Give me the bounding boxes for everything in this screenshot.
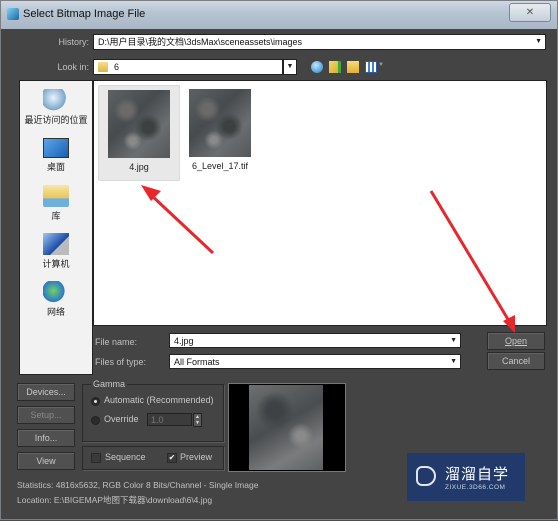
back-icon[interactable] bbox=[311, 61, 323, 73]
gamma-automatic-radio[interactable] bbox=[91, 397, 100, 406]
place-desktop-label: 桌面 bbox=[46, 162, 65, 172]
file-name-label: 4.jpg bbox=[129, 162, 149, 172]
place-recent[interactable]: 最近访问的位置 bbox=[20, 89, 92, 126]
place-computer[interactable]: 计算机 bbox=[20, 233, 92, 270]
gamma-override-radio[interactable] bbox=[91, 416, 100, 425]
place-desktop[interactable]: 桌面 bbox=[20, 138, 92, 173]
folder-icon bbox=[98, 62, 108, 72]
lookin-value: 6 bbox=[114, 62, 120, 72]
dialog-title: Select Bitmap Image File bbox=[23, 8, 146, 20]
places-bar: 最近访问的位置 桌面 库 计算机 网络 bbox=[19, 80, 93, 375]
gamma-spinner[interactable]: ▲ ▼ bbox=[193, 413, 202, 427]
place-libraries-label: 库 bbox=[51, 211, 61, 221]
history-dropdown[interactable]: D:\用户目录\我的文档\3dsMax\sceneassets\images ▼ bbox=[93, 34, 546, 50]
lookin-dropdown[interactable]: 6 bbox=[93, 59, 283, 75]
up-folder-icon[interactable] bbox=[329, 61, 341, 73]
open-button[interactable]: Open bbox=[487, 332, 545, 350]
preview-image bbox=[249, 385, 323, 470]
filetype-label: Files of type: bbox=[95, 357, 147, 367]
place-recent-label: 最近访问的位置 bbox=[24, 115, 88, 125]
place-network-label: 网络 bbox=[46, 307, 65, 317]
libraries-icon bbox=[43, 185, 69, 207]
filename-value: 4.jpg bbox=[174, 336, 194, 346]
history-label: History: bbox=[58, 37, 89, 47]
play-logo-icon bbox=[416, 466, 436, 486]
computer-icon bbox=[43, 233, 69, 255]
chevron-down-icon: ▼ bbox=[535, 38, 542, 45]
app-icon bbox=[7, 8, 19, 20]
info-button[interactable]: Info... bbox=[17, 429, 75, 447]
file-list[interactable]: 4.jpg 6_Level_17.tif bbox=[93, 80, 547, 326]
close-icon: ✕ bbox=[525, 7, 535, 18]
filename-label: File name: bbox=[95, 337, 138, 347]
filetype-dropdown[interactable]: All Formats ▼ bbox=[169, 354, 461, 369]
sequence-checkbox[interactable] bbox=[91, 453, 101, 463]
place-network[interactable]: 网络 bbox=[20, 281, 92, 318]
gamma-automatic-label: Automatic (Recommended) bbox=[104, 395, 214, 405]
view-menu-icon[interactable] bbox=[365, 61, 377, 73]
desktop-icon bbox=[43, 138, 69, 158]
file-thumbnail bbox=[189, 89, 251, 157]
lookin-chevron-button[interactable]: ▼ bbox=[283, 59, 297, 75]
close-button[interactable]: ✕ bbox=[509, 3, 551, 22]
image-preview bbox=[228, 383, 346, 472]
chevron-down-icon: ▼ bbox=[450, 337, 457, 344]
lookin-label: Look in: bbox=[57, 62, 89, 72]
options-group: Sequence ✔ Preview bbox=[82, 446, 224, 470]
chevron-down-icon: ▼ bbox=[286, 63, 294, 70]
watermark: 溜溜自学 ZIXUE.3D66.COM bbox=[407, 453, 525, 501]
gamma-group: Gamma Automatic (Recommended) Override 1… bbox=[82, 379, 224, 442]
watermark-title: 溜溜自学 bbox=[445, 466, 510, 483]
title-bar[interactable]: Select Bitmap Image File ✕ bbox=[1, 1, 557, 29]
file-item[interactable]: 4.jpg bbox=[98, 85, 180, 181]
setup-button[interactable]: Setup... bbox=[17, 406, 75, 424]
network-icon bbox=[43, 281, 69, 303]
dialog-window: Select Bitmap Image File ✕ History: D:\用… bbox=[0, 0, 558, 520]
history-value: D:\用户目录\我的文档\3dsMax\sceneassets\images bbox=[98, 37, 303, 47]
preview-checkbox[interactable]: ✔ bbox=[167, 453, 177, 463]
statistics-text: Statistics: 4816x5632, RGB Color 8 Bits/… bbox=[17, 480, 259, 490]
view-button[interactable]: View bbox=[17, 452, 75, 470]
view-menu-chevron-icon[interactable]: ▼ bbox=[378, 62, 384, 68]
file-thumbnail bbox=[108, 90, 170, 158]
devices-button[interactable]: Devices... bbox=[17, 383, 75, 401]
preview-label: Preview bbox=[180, 452, 213, 462]
file-item[interactable]: 6_Level_17.tif bbox=[180, 85, 260, 179]
gamma-override-input[interactable]: 1.0 bbox=[147, 413, 192, 426]
new-folder-icon[interactable] bbox=[347, 61, 359, 73]
chevron-down-icon: ▼ bbox=[450, 358, 457, 365]
gamma-title: Gamma bbox=[91, 379, 128, 389]
location-text: Location: E:\BIGEMAP地图下载器\download\6\4.j… bbox=[17, 495, 213, 505]
filename-input[interactable]: 4.jpg ▼ bbox=[169, 333, 461, 348]
watermark-subtitle: ZIXUE.3D66.COM bbox=[445, 484, 506, 491]
file-name-label: 6_Level_17.tif bbox=[191, 161, 249, 171]
sequence-label: Sequence bbox=[105, 452, 146, 462]
filetype-value: All Formats bbox=[174, 357, 220, 367]
place-libraries[interactable]: 库 bbox=[20, 185, 92, 222]
gamma-override-label: Override bbox=[104, 414, 139, 424]
recent-places-icon bbox=[43, 89, 69, 111]
place-computer-label: 计算机 bbox=[42, 259, 70, 269]
cancel-button[interactable]: Cancel bbox=[487, 352, 545, 370]
